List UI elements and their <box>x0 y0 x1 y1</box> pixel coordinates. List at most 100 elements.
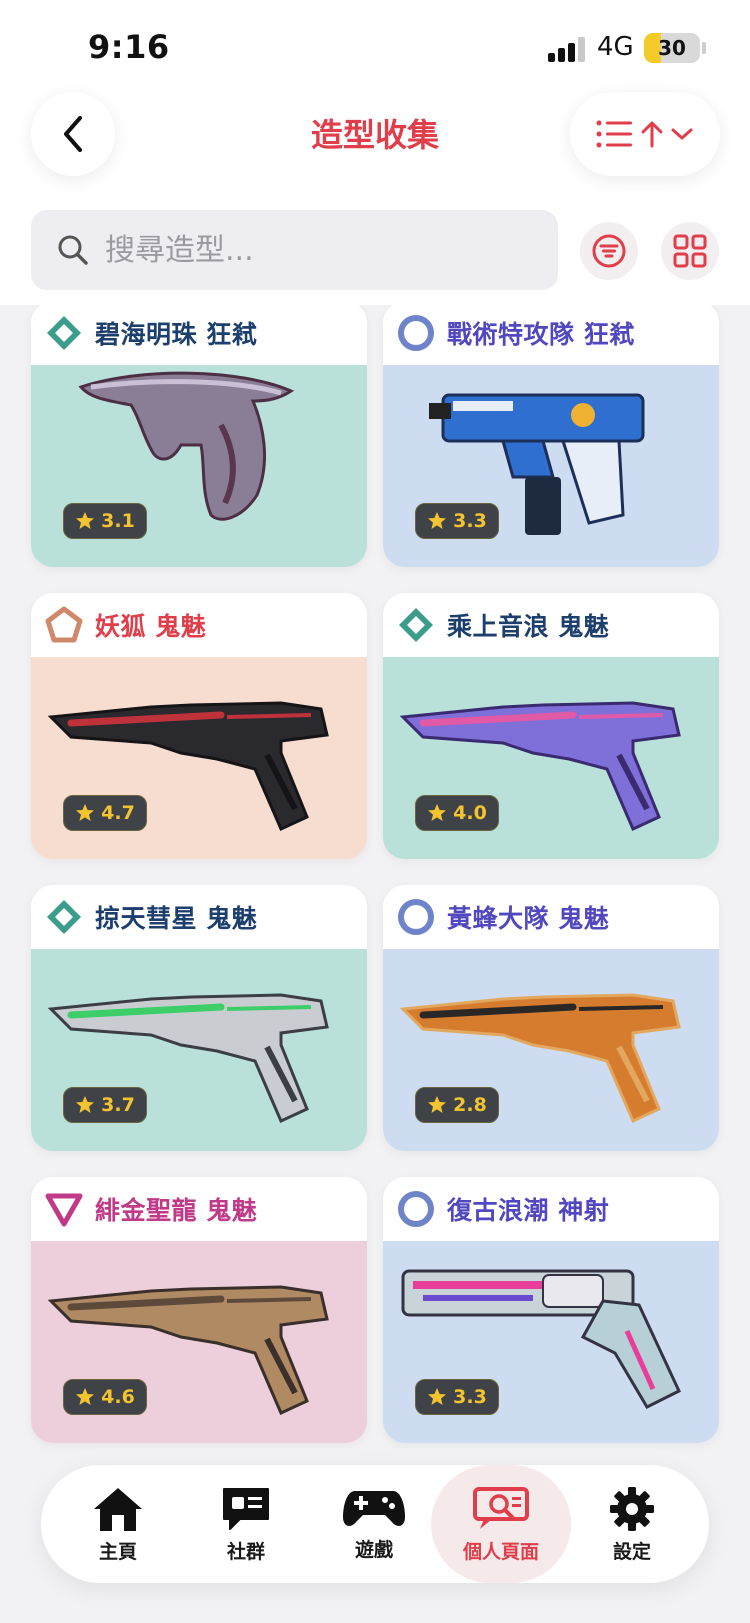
list-sort-icon <box>596 120 632 148</box>
signal-icon <box>548 36 586 62</box>
skin-card-header: 復古浪潮 神射 <box>383 1177 719 1241</box>
star-icon <box>428 804 447 821</box>
nav-community[interactable]: 社群 <box>187 1465 305 1583</box>
tier-deluxe-icon <box>397 314 435 352</box>
skin-card-header: 黃蜂大隊 鬼魅 <box>383 885 719 949</box>
skin-card-body: 3.7 <box>31 949 367 1151</box>
chevron-down-icon <box>671 128 693 140</box>
nav-label-games: 遊戲 <box>354 1538 393 1561</box>
skin-card-header: 掠天彗星 鬼魅 <box>31 885 367 949</box>
star-icon <box>428 512 447 529</box>
rating-badge: 2.8 <box>415 1087 499 1123</box>
rating-value: 3.7 <box>101 1094 135 1116</box>
skin-name: 復古浪潮 神射 <box>447 1196 610 1225</box>
rating-value: 3.1 <box>101 510 135 532</box>
tier-deluxe-icon <box>397 1190 435 1228</box>
header-area: 9:16 4G 30 造型收集 <box>0 0 750 305</box>
rating-badge: 3.7 <box>63 1087 147 1123</box>
skin-card-header: 戰術特攻隊 狂弒 <box>383 301 719 365</box>
tier-premium-icon <box>45 606 83 644</box>
skin-card-header: 妖狐 鬼魅 <box>31 593 367 657</box>
rating-value: 3.3 <box>453 1386 487 1408</box>
rating-badge: 3.3 <box>415 503 499 539</box>
battery-percent: 30 <box>658 36 686 60</box>
tier-deluxe-icon <box>397 898 435 936</box>
profile-search-icon <box>473 1486 529 1529</box>
skin-card-body: 4.7 <box>31 657 367 859</box>
arrow-up-icon <box>641 121 663 148</box>
skin-card[interactable]: 碧海明珠 狂弒 3.1 <box>31 301 367 567</box>
skin-name: 黃蜂大隊 鬼魅 <box>447 904 610 933</box>
skin-card[interactable]: 戰術特攻隊 狂弒 3.3 <box>383 301 719 567</box>
skin-card-body: 3.3 <box>383 1241 719 1443</box>
grid-view-button[interactable] <box>661 222 719 280</box>
skin-card[interactable]: 乘上音浪 鬼魅 4.0 <box>383 593 719 859</box>
rating-value: 3.3 <box>453 510 487 532</box>
page-title: 造型收集 <box>310 116 439 154</box>
tier-select-icon <box>45 314 83 352</box>
skin-card[interactable]: 黃蜂大隊 鬼魅 2.8 <box>383 885 719 1151</box>
skin-card-header: 緋金聖龍 鬼魅 <box>31 1177 367 1241</box>
rating-badge: 4.7 <box>63 795 147 831</box>
rating-badge: 3.3 <box>415 1379 499 1415</box>
skin-card-body: 3.1 <box>31 365 367 567</box>
network-type: 4G <box>597 32 634 62</box>
sort-button[interactable] <box>570 92 720 176</box>
skin-card[interactable]: 復古浪潮 神射 3.3 <box>383 1177 719 1443</box>
tier-select-icon <box>45 898 83 936</box>
star-icon <box>76 804 95 821</box>
skin-name: 掠天彗星 鬼魅 <box>95 904 258 933</box>
nav-label-home: 主頁 <box>98 1540 137 1563</box>
skin-card-body: 3.3 <box>383 365 719 567</box>
chevron-left-icon <box>64 116 82 152</box>
rating-value: 4.7 <box>101 802 135 824</box>
star-icon <box>428 1096 447 1113</box>
skin-card[interactable]: 緋金聖龍 鬼魅 4.6 <box>31 1177 367 1443</box>
skin-card-body: 2.8 <box>383 949 719 1151</box>
filter-button[interactable] <box>580 222 638 280</box>
status-time: 9:16 <box>88 28 170 66</box>
rating-badge: 4.0 <box>415 795 499 831</box>
filter-icon <box>592 234 626 268</box>
back-button[interactable] <box>31 92 115 176</box>
skin-card[interactable]: 掠天彗星 鬼魅 3.7 <box>31 885 367 1151</box>
rating-badge: 3.1 <box>63 503 147 539</box>
skin-card-header: 乘上音浪 鬼魅 <box>383 593 719 657</box>
nav-games[interactable]: 遊戲 <box>315 1465 433 1583</box>
nav-label-settings: 設定 <box>612 1540 651 1563</box>
nav-profile[interactable]: 個人頁面 <box>431 1465 571 1583</box>
search-input[interactable] <box>105 232 505 268</box>
status-bar: 9:16 4G 30 <box>0 0 750 92</box>
gamepad-icon <box>343 1490 405 1526</box>
nav-label-profile: 個人頁面 <box>462 1540 539 1563</box>
search-bar[interactable] <box>31 210 558 290</box>
gear-icon <box>610 1486 654 1531</box>
star-icon <box>76 512 95 529</box>
grid-view-icon <box>673 234 707 268</box>
star-icon <box>76 1388 95 1405</box>
skin-card[interactable]: 妖狐 鬼魅 4.7 <box>31 593 367 859</box>
nav-label-community: 社群 <box>226 1540 265 1563</box>
search-icon <box>57 234 89 266</box>
skin-name: 乘上音浪 鬼魅 <box>447 612 610 641</box>
home-icon <box>94 1487 142 1531</box>
skin-card-body: 4.0 <box>383 657 719 859</box>
skin-name: 妖狐 鬼魅 <box>95 612 207 641</box>
skin-card-header: 碧海明珠 狂弒 <box>31 301 367 365</box>
nav-home[interactable]: 主頁 <box>59 1465 177 1583</box>
skin-card-body: 4.6 <box>31 1241 367 1443</box>
rating-badge: 4.6 <box>63 1379 147 1415</box>
battery-icon: 30 <box>644 33 700 63</box>
battery-tip <box>702 42 706 54</box>
skin-name: 碧海明珠 狂弒 <box>95 320 258 349</box>
rating-value: 2.8 <box>453 1094 487 1116</box>
nav-settings[interactable]: 設定 <box>573 1465 691 1583</box>
star-icon <box>428 1388 447 1405</box>
rating-value: 4.0 <box>453 802 487 824</box>
star-icon <box>76 1096 95 1113</box>
community-icon <box>223 1487 269 1530</box>
tier-exclusive-icon <box>45 1190 83 1228</box>
skin-name: 緋金聖龍 鬼魅 <box>95 1196 258 1225</box>
rating-value: 4.6 <box>101 1386 135 1408</box>
skin-name: 戰術特攻隊 狂弒 <box>447 320 635 349</box>
